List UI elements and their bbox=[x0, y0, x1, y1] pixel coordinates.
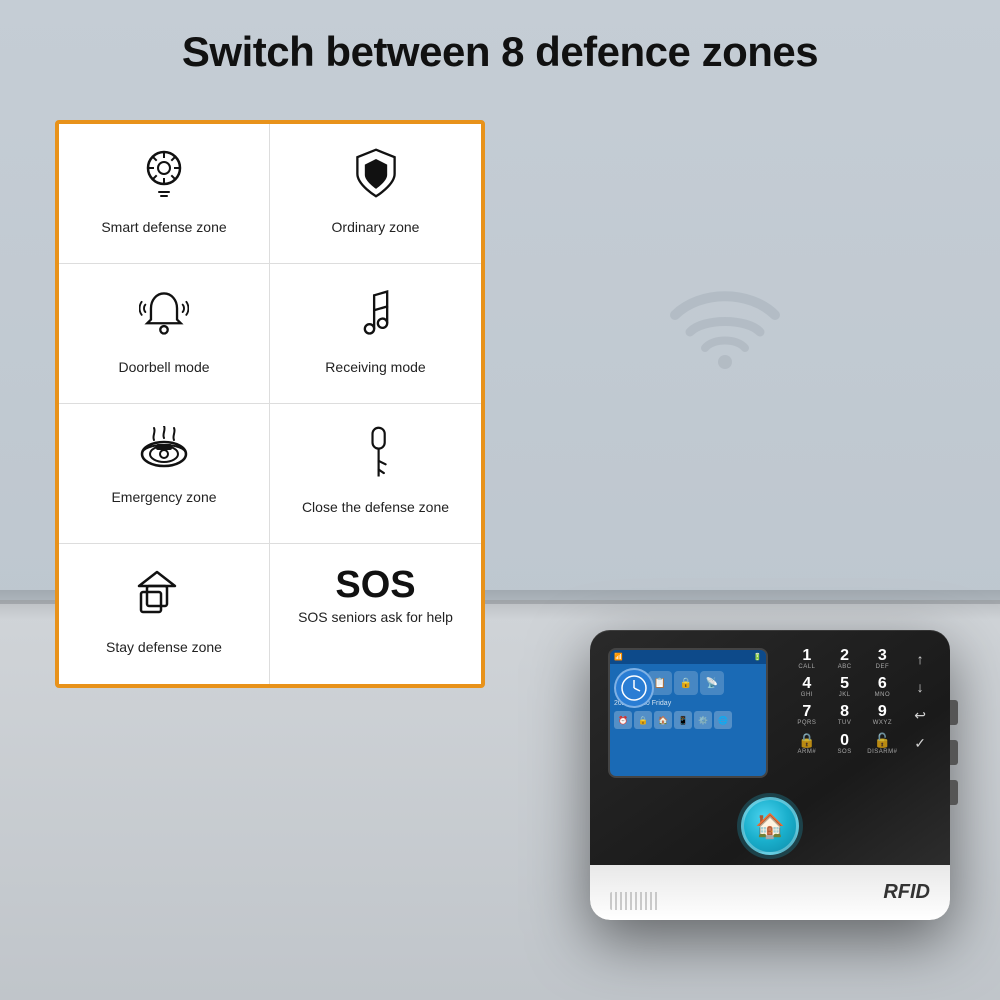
defense-zones-card: Smart defense zone Ordinary zone bbox=[55, 120, 485, 688]
key-7: 7PQRS bbox=[791, 704, 823, 726]
bell-icon bbox=[139, 286, 189, 348]
zone-ordinary: Ordinary zone bbox=[270, 124, 481, 264]
keypad-grid: 1CALL 2ABC 3DEF ↑ 4GHI 5JKL 6MNO ↓ 7PQRS… bbox=[791, 648, 936, 755]
smoke-detector-icon bbox=[134, 426, 194, 478]
key-2: 2ABC bbox=[829, 648, 861, 670]
device-speaker bbox=[610, 892, 660, 910]
device-rfid-label: RFID bbox=[883, 881, 930, 904]
zone-emergency: Emergency zone bbox=[59, 404, 270, 544]
side-button-3[interactable] bbox=[950, 780, 958, 805]
key-back: ↩ bbox=[904, 704, 936, 726]
wifi-wall-icon bbox=[665, 280, 785, 370]
key-3: 3DEF bbox=[867, 648, 899, 670]
screen-wifi-icon: 📶 bbox=[614, 653, 623, 661]
screen-small-btn-2: 🔒 bbox=[634, 711, 652, 729]
shield-icon bbox=[351, 146, 401, 208]
screen-status-bar: 📶 🔋 bbox=[610, 650, 766, 664]
zone-receiving-label: Receiving mode bbox=[325, 358, 425, 377]
screen-small-btn-3: 🏠 bbox=[654, 711, 672, 729]
home-shapes-icon bbox=[137, 566, 191, 628]
brain-gear-icon bbox=[137, 146, 191, 208]
key-6: 6MNO bbox=[867, 676, 899, 698]
sos-icon: SOS bbox=[335, 566, 415, 604]
key-up: ↑ bbox=[904, 648, 936, 670]
zone-receiving: Receiving mode bbox=[270, 264, 481, 404]
screen-bottom-icons: ⏰ 🔒 🏠 📱 ⚙️ 🌐 bbox=[610, 709, 766, 731]
zone-doorbell: Doorbell mode bbox=[59, 264, 270, 404]
zone-ordinary-label: Ordinary zone bbox=[332, 218, 420, 237]
screen-clock bbox=[614, 668, 654, 708]
device-keypad: 1CALL 2ABC 3DEF ↑ 4GHI 5JKL 6MNO ↓ 7PQRS… bbox=[791, 648, 936, 755]
zone-smart-defense-label: Smart defense zone bbox=[101, 218, 226, 237]
music-note-icon bbox=[356, 286, 396, 348]
screen-small-btn-4: 📱 bbox=[674, 711, 692, 729]
key-unlock: 🔓DISARM# bbox=[867, 732, 899, 755]
zone-smart-defense: Smart defense zone bbox=[59, 124, 270, 264]
screen-btn-3: 📡 bbox=[700, 671, 724, 695]
key-0: 0SOS bbox=[829, 732, 861, 755]
key-lock: 🔒ARM# bbox=[791, 732, 823, 755]
side-button-2[interactable] bbox=[950, 740, 958, 765]
key-8: 8TUV bbox=[829, 704, 861, 726]
key-icon bbox=[354, 426, 398, 488]
home-button[interactable]: 🏠 bbox=[741, 797, 799, 855]
screen-small-btn-5: ⚙️ bbox=[694, 711, 712, 729]
device-body: 📶 🔋 🏠 📋 🔒 📡 bbox=[590, 630, 950, 920]
key-9: 9WXYZ bbox=[867, 704, 899, 726]
key-check: ✓ bbox=[904, 732, 936, 755]
zone-emergency-label: Emergency zone bbox=[111, 488, 216, 507]
zone-sos: SOS SOS seniors ask for help bbox=[270, 544, 481, 684]
screen-btn-2: 🔒 bbox=[674, 671, 698, 695]
device-screen: 📶 🔋 🏠 📋 🔒 📡 bbox=[608, 648, 768, 778]
home-button-icon: 🏠 bbox=[755, 812, 785, 841]
zone-doorbell-label: Doorbell mode bbox=[118, 358, 209, 377]
screen-small-btn-6: 🌐 bbox=[714, 711, 732, 729]
zone-close-defense: Close the defense zone bbox=[270, 404, 481, 544]
key-5: 5JKL bbox=[829, 676, 861, 698]
zone-stay-defense: Stay defense zone bbox=[59, 544, 270, 684]
zone-sos-label: SOS seniors ask for help bbox=[298, 608, 453, 627]
screen-small-btn-1: ⏰ bbox=[614, 711, 632, 729]
zone-stay-defense-label: Stay defense zone bbox=[106, 638, 222, 657]
screen-signal: 🔋 bbox=[753, 653, 762, 661]
key-4: 4GHI bbox=[791, 676, 823, 698]
key-down: ↓ bbox=[904, 676, 936, 698]
key-1: 1CALL bbox=[791, 648, 823, 670]
zones-grid: Smart defense zone Ordinary zone bbox=[59, 124, 481, 684]
device-bottom-strip: RFID bbox=[590, 865, 950, 920]
zone-close-defense-label: Close the defense zone bbox=[302, 498, 449, 517]
page-heading: Switch between 8 defence zones bbox=[0, 28, 1000, 76]
security-device: 📶 🔋 🏠 📋 🔒 📡 bbox=[590, 630, 950, 920]
side-button-1[interactable] bbox=[950, 700, 958, 725]
